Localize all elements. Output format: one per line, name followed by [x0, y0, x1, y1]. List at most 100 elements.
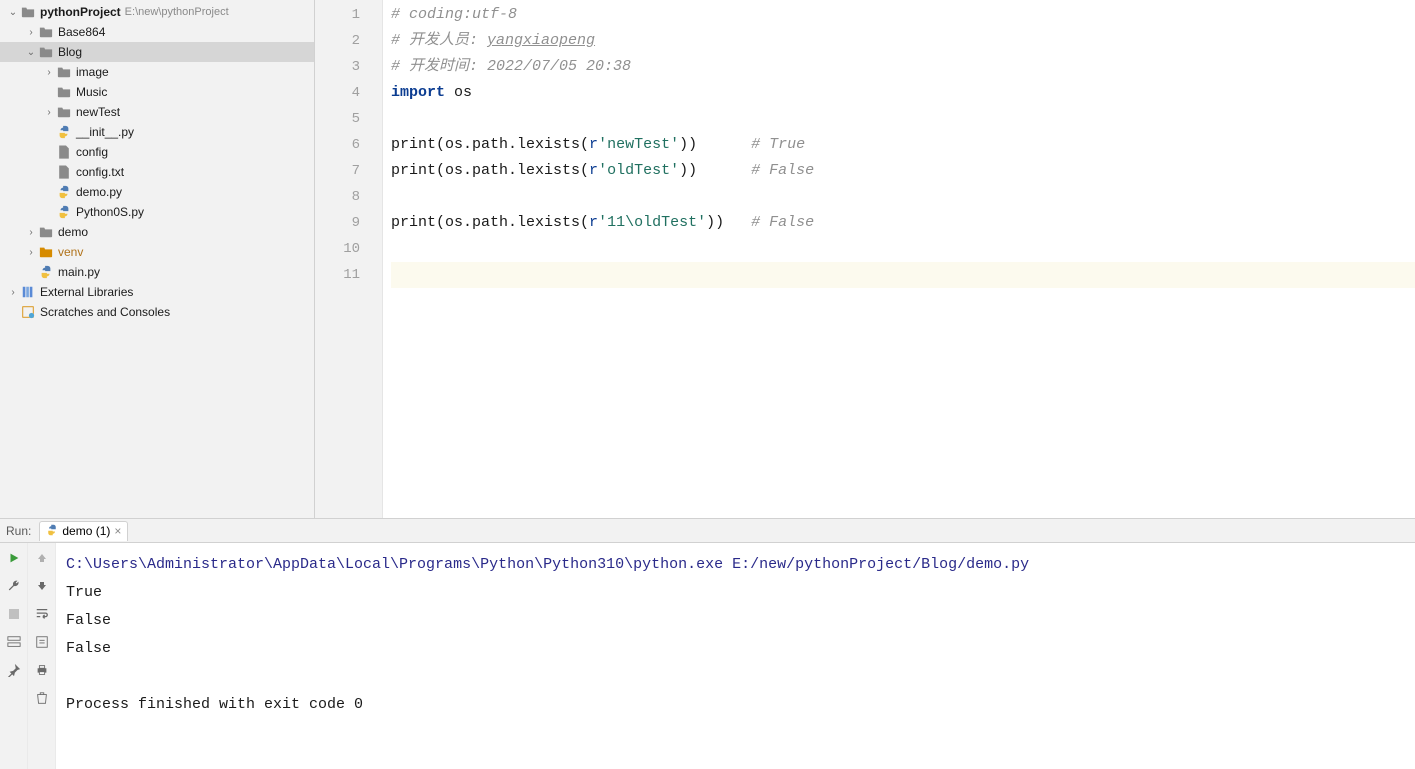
chevron-right-icon[interactable]: ›	[24, 227, 38, 238]
code-token: ))	[679, 136, 697, 153]
chevron-right-icon[interactable]: ›	[42, 67, 56, 78]
tree-item--init-py[interactable]: __init__.py	[0, 122, 314, 142]
tree-item-config-txt[interactable]: config.txt	[0, 162, 314, 182]
tree-item-demo[interactable]: ›demo	[0, 222, 314, 242]
file-icon	[56, 144, 72, 160]
tree-item-label: __init__.py	[76, 125, 134, 139]
rerun-button[interactable]	[5, 549, 23, 567]
tree-item-venv[interactable]: › venv	[0, 242, 314, 262]
code-token: print	[391, 136, 436, 153]
console-line	[66, 663, 1405, 691]
tree-item-python0s-py[interactable]: Python0S.py	[0, 202, 314, 222]
pin-icon[interactable]	[5, 661, 23, 679]
py-icon	[56, 204, 72, 220]
print-icon[interactable]	[33, 661, 51, 679]
up-arrow-icon[interactable]	[33, 549, 51, 567]
layout-icon[interactable]	[5, 633, 23, 651]
code-token: r	[589, 162, 598, 179]
tree-item-external-libraries[interactable]: ›External Libraries	[0, 282, 314, 302]
code-line[interactable]: print(os.path.lexists(r'11\oldTest')) # …	[391, 210, 1415, 236]
tree-item-base864[interactable]: ›Base864	[0, 22, 314, 42]
code-token	[697, 162, 751, 179]
trash-icon[interactable]	[33, 689, 51, 707]
tree-item-config[interactable]: config	[0, 142, 314, 162]
tree-item-music[interactable]: Music	[0, 82, 314, 102]
tree-item-hint: E:\new\pythonProject	[125, 6, 229, 18]
run-tab[interactable]: demo (1) ×	[39, 521, 128, 541]
down-arrow-icon[interactable]	[33, 577, 51, 595]
tree-item-pythonproject[interactable]: ⌄ pythonProject E:\new\pythonProject	[0, 2, 314, 22]
tree-item-label: newTest	[76, 105, 120, 119]
tree-item-main-py[interactable]: main.py	[0, 262, 314, 282]
chevron-right-icon[interactable]: ›	[24, 27, 38, 38]
folder-icon	[38, 44, 54, 60]
code-token	[697, 136, 751, 153]
tree-item-label: Python0S.py	[76, 205, 144, 219]
wrench-icon[interactable]	[5, 577, 23, 595]
line-number: 1	[315, 2, 382, 28]
chevron-down-icon[interactable]: ⌄	[24, 47, 38, 58]
chevron-right-icon[interactable]: ›	[24, 247, 38, 258]
code-token: import	[391, 84, 445, 101]
editor-code[interactable]: # coding:utf-8# 开发人员: yangxiaopeng# 开发时间…	[383, 0, 1415, 518]
chevron-right-icon[interactable]: ›	[6, 287, 20, 298]
tree-item-image[interactable]: ›image	[0, 62, 314, 82]
extlib-icon	[20, 284, 36, 300]
code-token: (os.path.lexists(	[436, 214, 589, 231]
line-number: 5	[315, 106, 382, 132]
code-line[interactable]: # 开发人员: yangxiaopeng	[391, 28, 1415, 54]
stop-button[interactable]	[5, 605, 23, 623]
tree-item-label: pythonProject	[40, 5, 121, 19]
code-token: '11\oldTest'	[598, 214, 706, 231]
chevron-right-icon[interactable]: ›	[42, 107, 56, 118]
close-icon[interactable]: ×	[114, 524, 121, 538]
code-line[interactable]	[391, 106, 1415, 132]
run-tabbar: Run: demo (1) ×	[0, 519, 1415, 543]
scratch-icon	[20, 304, 36, 320]
code-line[interactable]	[391, 236, 1415, 262]
soft-wrap-icon[interactable]	[33, 605, 51, 623]
console-line: True	[66, 579, 1405, 607]
project-tree[interactable]: ⌄ pythonProject E:\new\pythonProject ›Base8…	[0, 0, 315, 518]
code-token: os	[445, 84, 472, 101]
line-number: 3	[315, 54, 382, 80]
tree-item-scratches-and-consoles[interactable]: Scratches and Consoles	[0, 302, 314, 322]
code-line[interactable]: print(os.path.lexists(r'oldTest')) # Fal…	[391, 158, 1415, 184]
folder-icon	[38, 244, 54, 260]
editor-gutter: 1234567891011	[315, 0, 383, 518]
code-token: r	[589, 214, 598, 231]
code-line[interactable]	[391, 262, 1415, 288]
tree-item-demo-py[interactable]: demo.py	[0, 182, 314, 202]
folder-icon	[56, 64, 72, 80]
code-line[interactable]: # 开发时间: 2022/07/05 20:38	[391, 54, 1415, 80]
chevron-down-icon[interactable]: ⌄	[6, 7, 20, 18]
tree-item-blog[interactable]: ⌄Blog	[0, 42, 314, 62]
console-line: False	[66, 635, 1405, 663]
tree-item-label: main.py	[58, 265, 100, 279]
code-token: 'newTest'	[598, 136, 679, 153]
console-line: False	[66, 607, 1405, 635]
tree-item-label: config.txt	[76, 165, 124, 179]
code-line[interactable]	[391, 184, 1415, 210]
console-command: C:\Users\Administrator\AppData\Local\Pro…	[66, 551, 1405, 579]
run-panel: Run: demo (1) ×	[0, 519, 1415, 769]
folder-icon	[38, 24, 54, 40]
scroll-to-end-icon[interactable]	[33, 633, 51, 651]
code-line[interactable]: import os	[391, 80, 1415, 106]
line-number: 8	[315, 184, 382, 210]
line-number: 4	[315, 80, 382, 106]
code-editor[interactable]: 1234567891011 # coding:utf-8# 开发人员: yang…	[315, 0, 1415, 518]
run-console[interactable]: C:\Users\Administrator\AppData\Local\Pro…	[56, 543, 1415, 769]
code-token: (os.path.lexists(	[436, 136, 589, 153]
code-token: # 开发人员:	[391, 32, 487, 49]
run-toolbar-right	[28, 543, 56, 769]
folder-icon	[56, 104, 72, 120]
folder-icon	[56, 84, 72, 100]
code-token: print	[391, 162, 436, 179]
code-token: r	[589, 136, 598, 153]
tree-item-label: venv	[58, 245, 83, 259]
tree-item-newtest[interactable]: › newTest	[0, 102, 314, 122]
code-line[interactable]: print(os.path.lexists(r'newTest')) # Tru…	[391, 132, 1415, 158]
code-line[interactable]: # coding:utf-8	[391, 2, 1415, 28]
tree-item-label: Scratches and Consoles	[40, 305, 170, 319]
